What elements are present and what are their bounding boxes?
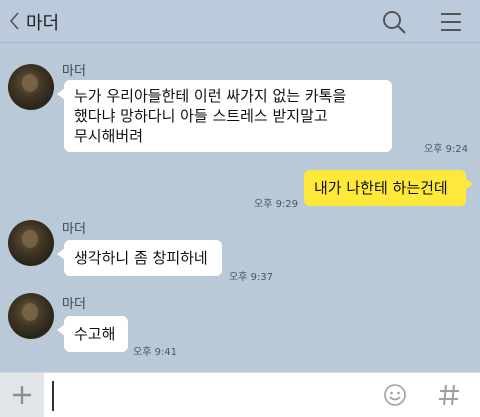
message-text: 내가 나한테 하는건데 xyxy=(314,179,448,197)
hamburger-menu-icon[interactable] xyxy=(438,10,464,34)
message-text: 수고해 xyxy=(74,325,116,343)
message-line: 누가 우리아들한테 이런 싸가지 없는 카톡을 xyxy=(74,87,347,105)
chat-title: 마더 xyxy=(26,13,60,34)
message-text: 생각하니 좀 창피하네 xyxy=(74,249,208,267)
message-line: 무시해버려 xyxy=(74,127,144,145)
search-icon[interactable] xyxy=(381,9,407,35)
message-bubble[interactable]: 수고해 xyxy=(57,316,128,352)
chat-header: 마더 xyxy=(0,0,480,43)
sender-name: 마더 xyxy=(62,64,86,79)
smiley-icon[interactable] xyxy=(383,383,407,407)
avatar[interactable] xyxy=(8,220,54,266)
message-time: 오후 9:41 xyxy=(133,347,178,358)
avatar[interactable] xyxy=(8,64,54,110)
message-bubble[interactable]: 생각하니 좀 창피하네 xyxy=(57,240,222,276)
chevron-left-icon[interactable] xyxy=(8,10,20,32)
message-input[interactable] xyxy=(52,381,372,411)
avatar[interactable] xyxy=(8,293,54,339)
message-input-bar xyxy=(0,372,480,417)
sender-name: 마더 xyxy=(62,222,86,237)
plus-icon xyxy=(13,386,31,404)
sender-name: 마더 xyxy=(62,297,86,312)
hash-icon[interactable] xyxy=(437,382,461,408)
message-time: 오후 9:37 xyxy=(229,272,274,283)
attach-button[interactable] xyxy=(0,373,44,417)
message-time: 오후 9:29 xyxy=(254,199,299,210)
message-bubble[interactable]: 누가 우리아들한테 이런 싸가지 없는 카톡을 했다냐 망하다니 아들 스트레스… xyxy=(57,80,392,152)
my-message-bubble[interactable]: 내가 나한테 하는건데 xyxy=(304,170,473,206)
message-time: 오후 9:24 xyxy=(424,144,469,155)
message-line: 했다냐 망하다니 아들 스트레스 받지말고 xyxy=(74,107,328,125)
